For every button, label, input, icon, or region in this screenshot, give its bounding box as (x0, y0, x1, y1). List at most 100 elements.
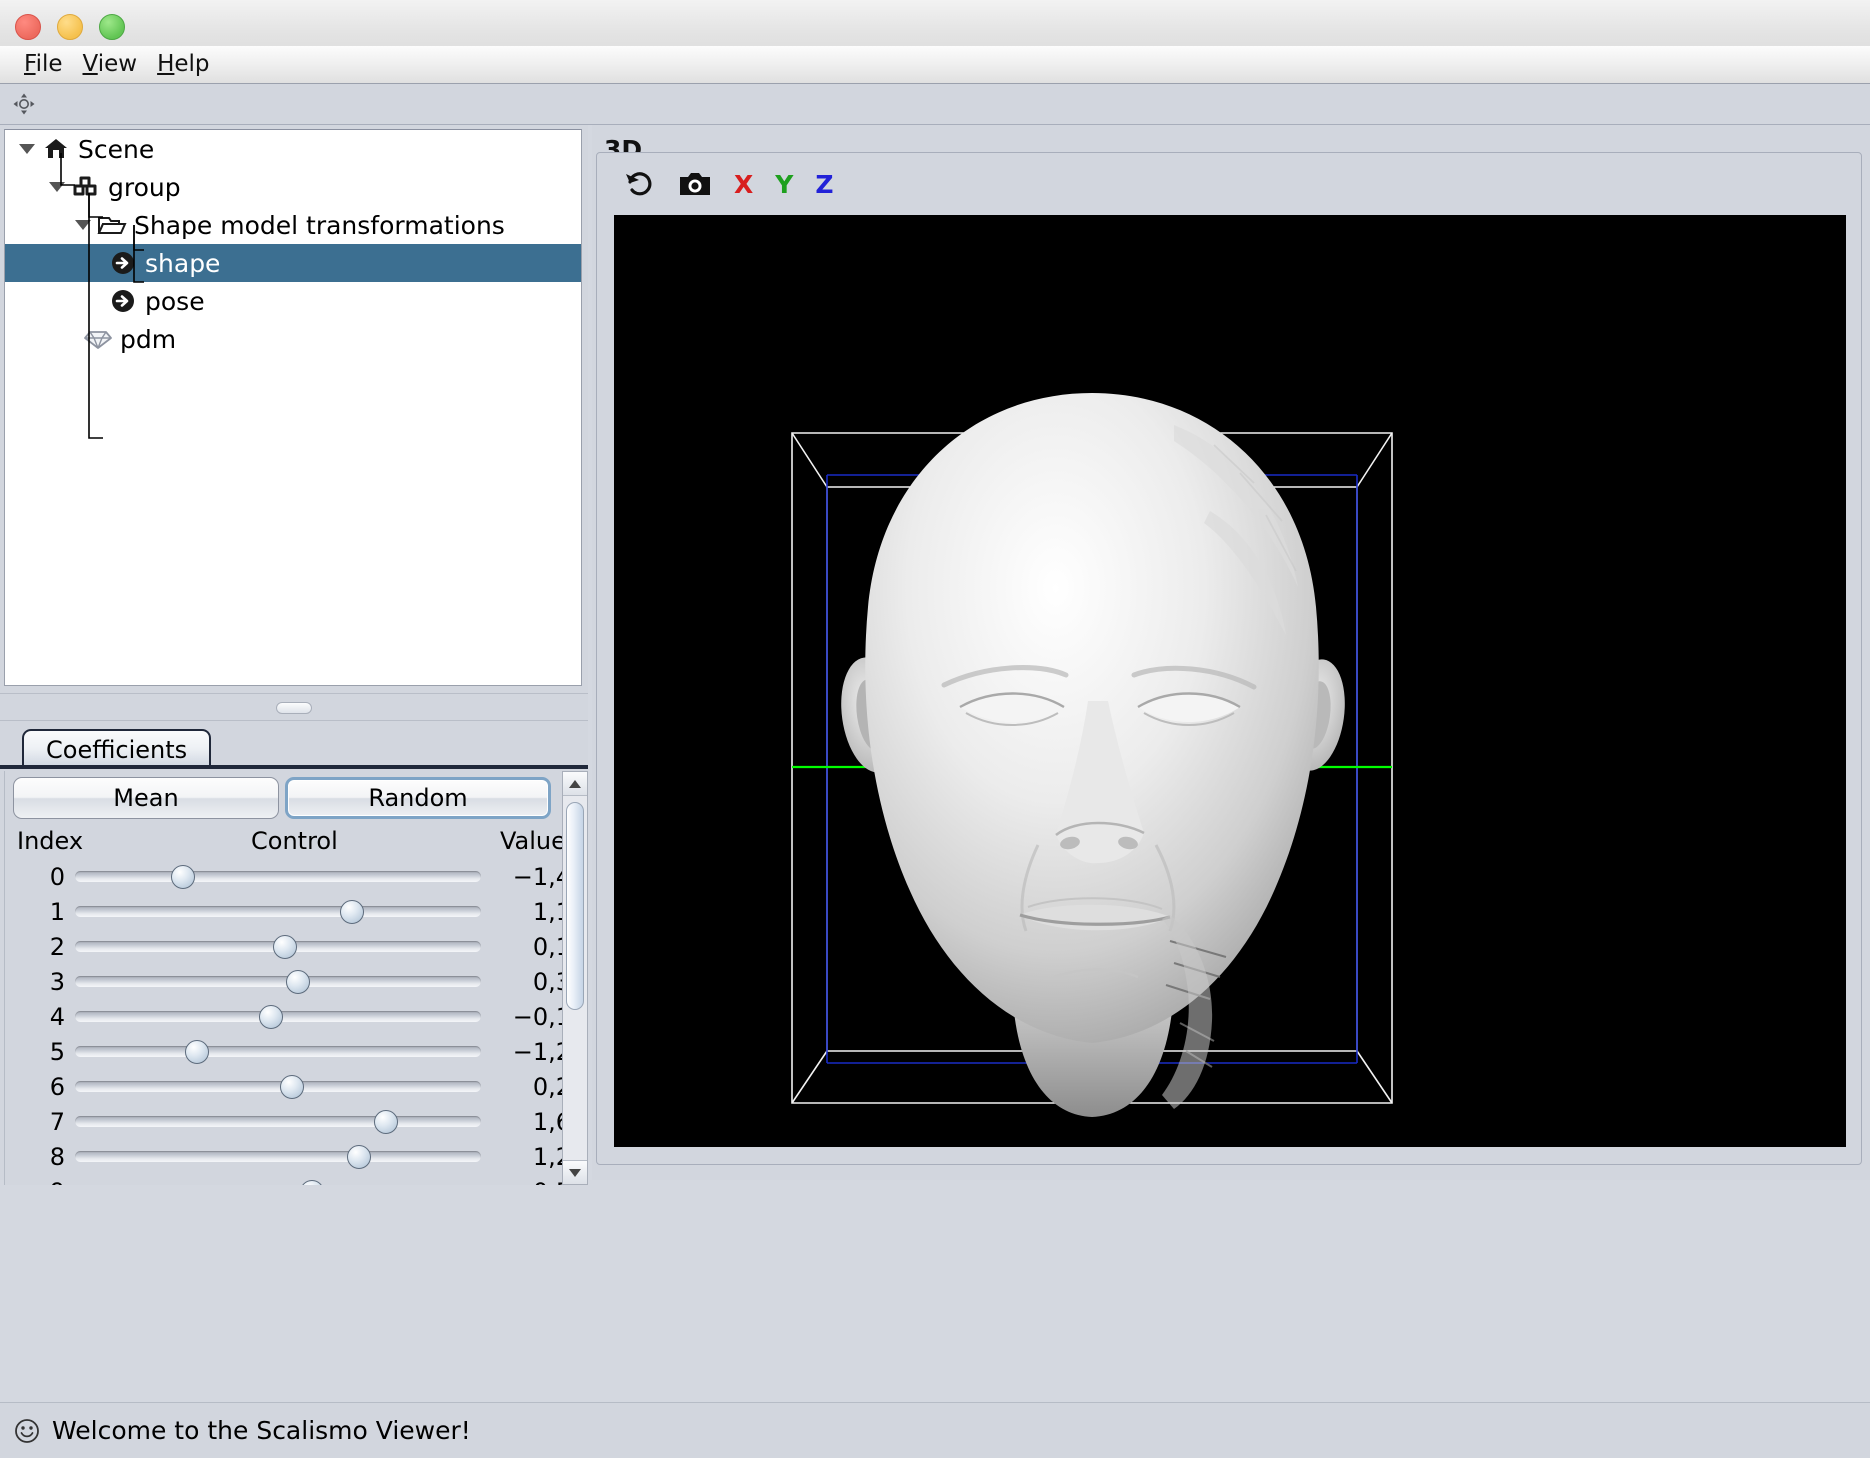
slider-knob[interactable] (374, 1110, 399, 1134)
viewport-toolbar: X Y Z (597, 153, 1861, 215)
coefficient-value-label: −1,4 (512, 862, 571, 891)
minimize-button[interactable] (57, 14, 83, 40)
coefficient-row: 0 −1,4 (5, 859, 571, 894)
slider-track[interactable] (75, 906, 481, 917)
left-panel: Scene group Shape model transformations … (0, 125, 588, 1185)
coefficient-slider[interactable] (75, 859, 481, 894)
coefficient-value-label: 1,1 (532, 897, 571, 926)
move-crosshair-icon (13, 93, 35, 115)
coefficient-slider[interactable] (75, 999, 481, 1034)
coefficient-slider[interactable] (75, 1034, 481, 1069)
coefficient-row: 8 1,2 (5, 1139, 571, 1174)
axis-x-button[interactable]: X (731, 172, 756, 197)
coefficient-row: 6 0,2 (5, 1069, 571, 1104)
expand-toggle-group[interactable] (49, 182, 65, 192)
tab-coefficients[interactable]: Coefficients (22, 729, 212, 769)
scroll-up-button[interactable] (563, 772, 587, 796)
coefficient-index-label: 5 (49, 1037, 65, 1066)
slider-knob[interactable] (279, 1075, 304, 1099)
scroll-down-button[interactable] (563, 1160, 587, 1184)
application-window: File View Help Scene group Shape model t… (0, 0, 1870, 1458)
expand-toggle-shape-model-transformations[interactable] (75, 220, 91, 230)
main-toolbar (0, 84, 1870, 125)
diamond-icon (83, 326, 113, 352)
slider-track[interactable] (75, 1081, 481, 1092)
reset-view-button[interactable] (619, 164, 659, 204)
window-controls (15, 14, 125, 40)
slider-track[interactable] (75, 1046, 481, 1057)
slider-knob[interactable] (286, 970, 311, 994)
maximize-button[interactable] (99, 14, 125, 40)
coefficient-slider[interactable] (75, 1104, 481, 1139)
smiley-face-icon (15, 1418, 39, 1443)
slider-knob[interactable] (272, 935, 297, 959)
menu-file-mnemonic: F (24, 51, 36, 77)
tree-node-pdm[interactable]: pdm (5, 320, 581, 358)
coefficient-index-label: 3 (49, 967, 65, 996)
axis-z-label: Z (815, 169, 834, 199)
chevron-up-icon (569, 779, 581, 788)
coefficient-index-label: 7 (49, 1107, 65, 1136)
coefficient-slider[interactable] (75, 1069, 481, 1104)
mean-button[interactable]: Mean (13, 777, 279, 819)
panel-splitter[interactable] (0, 693, 588, 721)
viewport-canvas-3d[interactable] (614, 215, 1846, 1147)
coefficient-index-label: 6 (49, 1072, 65, 1101)
slider-knob[interactable] (299, 1180, 324, 1185)
menu-view[interactable]: View (73, 51, 148, 78)
slider-track[interactable] (75, 1116, 481, 1127)
menu-view-rest: iew (97, 51, 138, 77)
coefficient-slider[interactable] (75, 929, 481, 964)
transform-arrow-icon (108, 288, 138, 314)
coefficients-scrollbar[interactable] (562, 771, 588, 1185)
tree-node-shape-model-transformations[interactable]: Shape model transformations (5, 206, 581, 244)
coefficient-row: 1 1,1 (5, 894, 571, 929)
tree-node-scene[interactable]: Scene (5, 130, 581, 168)
tree-node-pose[interactable]: pose (5, 282, 581, 320)
folder-icon (97, 212, 127, 238)
status-bar: Welcome to the Scalismo Viewer! (0, 1402, 1870, 1458)
coefficient-index-label: 9 (5, 1178, 75, 1186)
screenshot-button[interactable] (675, 164, 715, 204)
slider-track[interactable] (75, 976, 481, 987)
menu-help[interactable]: Help (147, 51, 219, 78)
tree-node-shape-model-transformations-label: Shape model transformations (134, 210, 505, 240)
coefficient-slider[interactable] (75, 964, 481, 999)
menu-bar: File View Help (0, 46, 1870, 84)
slider-knob[interactable] (347, 1145, 372, 1169)
expand-toggle-scene[interactable] (19, 144, 35, 154)
slider-knob[interactable] (184, 1040, 209, 1064)
coefficient-row: 90,5 (5, 1174, 571, 1186)
tree-node-shape[interactable]: shape (5, 244, 581, 282)
column-header-control: Control (251, 827, 338, 855)
splitter-grip[interactable] (276, 702, 312, 714)
coefficient-slider[interactable] (75, 894, 481, 929)
slider-track[interactable] (75, 871, 481, 882)
tree-node-group[interactable]: group (5, 168, 581, 206)
axis-y-button[interactable]: Y (772, 172, 796, 197)
slider-knob[interactable] (340, 900, 365, 924)
coefficient-value-label: 0,5 (481, 1178, 571, 1186)
coefficient-value-label: −1,2 (512, 1037, 571, 1066)
coefficient-row: 2 0,1 (5, 929, 571, 964)
menu-help-mnemonic: H (157, 51, 175, 77)
slider-knob[interactable] (259, 1005, 284, 1029)
coefficients-panel: Mean Random Index Control Value 0 −1,4 1 1,… (4, 771, 584, 1185)
axis-z-button[interactable]: Z (812, 172, 836, 197)
slider-track[interactable] (75, 1151, 481, 1162)
close-button[interactable] (15, 14, 41, 40)
scrollbar-thumb[interactable] (566, 802, 584, 1010)
column-header-value: Value (500, 827, 566, 855)
home-icon (41, 136, 71, 162)
slider-knob[interactable] (171, 865, 196, 889)
coefficient-slider[interactable] (75, 1174, 481, 1185)
move-tool-button[interactable] (9, 89, 39, 119)
coefficient-slider[interactable] (75, 1139, 481, 1174)
menu-file[interactable]: File (14, 51, 73, 78)
chevron-down-icon (569, 1168, 581, 1177)
tree-node-group-label: group (108, 172, 181, 202)
tree-node-pdm-label: pdm (120, 324, 177, 354)
undo-arrow-icon (626, 172, 652, 196)
scene-tree[interactable]: Scene group Shape model transformations … (4, 129, 582, 686)
random-button[interactable]: Random (285, 777, 551, 819)
